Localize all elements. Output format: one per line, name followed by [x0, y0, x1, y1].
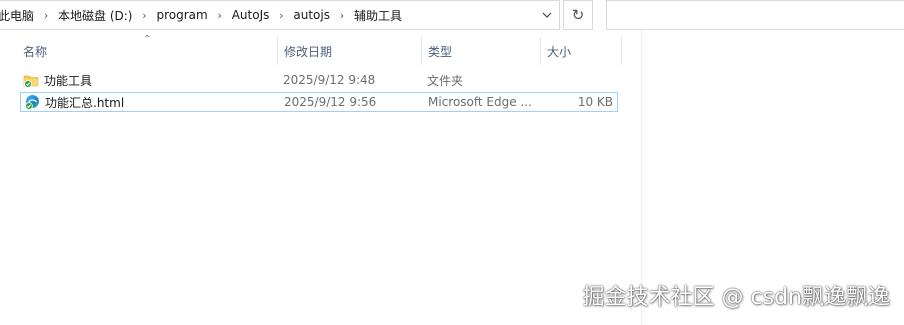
refresh-button[interactable]: ↻	[563, 0, 593, 30]
column-size[interactable]: 大小	[547, 37, 571, 65]
file-size: 10 KB	[577, 95, 613, 109]
breadcrumb-autojs[interactable]: autojs	[289, 1, 334, 29]
watermark: 掘金技术社区 @ csdn飘逸飘逸	[582, 285, 890, 310]
address-history-dropdown[interactable]	[535, 1, 559, 29]
column-name[interactable]: 名称	[23, 37, 47, 65]
breadcrumb-label[interactable]: AutoJs	[228, 8, 274, 22]
breadcrumb-this-pc[interactable]: 此电脑	[0, 1, 38, 29]
chevron-right-icon[interactable]: ›	[334, 9, 350, 22]
file-date: 2025/9/12 9:48	[283, 73, 376, 87]
file-row-selected[interactable]: 功能汇总.html 2025/9/12 9:56 Microsoft Edge …	[20, 92, 618, 112]
file-name-cell: 功能工具	[23, 71, 92, 89]
file-type: 文件夹	[427, 73, 464, 88]
breadcrumb-program[interactable]: program	[152, 1, 211, 29]
column-divider[interactable]	[277, 37, 278, 65]
file-name: 功能工具	[44, 73, 93, 88]
column-divider[interactable]	[421, 37, 422, 65]
file-row[interactable]: 功能工具 2025/9/12 9:48 文件夹	[20, 71, 618, 91]
chevron-right-icon[interactable]: ›	[273, 9, 289, 22]
column-type-label: 类型	[428, 44, 453, 59]
file-name: 功能汇总.html	[45, 95, 125, 110]
column-size-label: 大小	[547, 44, 572, 59]
search-input[interactable]	[606, 0, 904, 30]
breadcrumb-label[interactable]: program	[152, 8, 211, 22]
breadcrumb-label[interactable]: 此电脑	[0, 7, 38, 24]
column-header: 名称 修改日期 类型 大小	[0, 37, 622, 65]
file-type: Microsoft Edge ...	[428, 95, 532, 109]
breadcrumb-helper-tools[interactable]: 辅助工具	[350, 1, 406, 29]
chevron-right-icon[interactable]: ›	[136, 9, 152, 22]
breadcrumb-label[interactable]: 辅助工具	[350, 7, 406, 24]
folder-synced-icon	[23, 72, 39, 88]
chevron-right-icon[interactable]: ›	[212, 9, 228, 22]
address-bar[interactable]: 此电脑 › 本地磁盘 (D:) › program › AutoJs › aut…	[0, 0, 560, 30]
breadcrumb-autojs-upper[interactable]: AutoJs	[228, 1, 274, 29]
column-divider[interactable]	[540, 37, 541, 65]
file-date: 2025/9/12 9:56	[284, 95, 377, 109]
column-name-label: 名称	[23, 44, 48, 59]
file-name-cell: 功能汇总.html	[24, 93, 124, 111]
edge-html-synced-icon	[24, 94, 40, 110]
breadcrumb-local-disk[interactable]: 本地磁盘 (D:)	[54, 1, 136, 29]
chevron-down-icon	[542, 12, 552, 18]
refresh-icon: ↻	[571, 6, 585, 24]
column-date-label: 修改日期	[284, 44, 333, 59]
chevron-right-icon[interactable]: ›	[38, 9, 54, 22]
column-type[interactable]: 类型	[428, 37, 452, 65]
breadcrumb-label[interactable]: 本地磁盘 (D:)	[54, 7, 136, 24]
column-date[interactable]: 修改日期	[284, 37, 332, 65]
column-divider[interactable]	[621, 37, 622, 65]
breadcrumb-label[interactable]: autojs	[289, 8, 334, 22]
